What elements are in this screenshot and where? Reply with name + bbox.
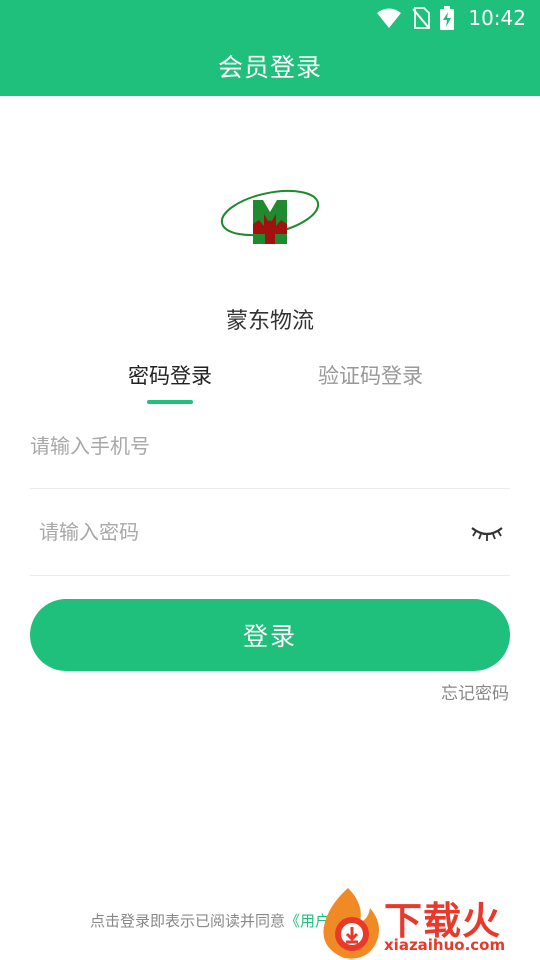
logo-letter: M xyxy=(270,229,272,231)
watermark-url: xiazaihuo.com xyxy=(384,936,506,954)
no-sim-icon xyxy=(412,7,431,29)
login-button[interactable]: 登录 xyxy=(30,599,510,671)
active-tab-indicator xyxy=(147,400,193,404)
agreement-notice: 点击登录即表示已阅读并同意《用户 xyxy=(90,910,330,931)
company-logo: M xyxy=(220,189,320,244)
forgot-password-link[interactable]: 忘记密码 xyxy=(441,679,509,704)
tab-password-login[interactable]: 密码登录 xyxy=(128,360,212,390)
battery-charging-icon xyxy=(440,6,455,30)
password-input[interactable] xyxy=(30,512,439,552)
agreement-text: 点击登录即表示已阅读并同意 xyxy=(90,912,286,930)
wifi-icon xyxy=(377,8,402,28)
page-title: 会员登录 xyxy=(217,53,322,82)
divider xyxy=(30,488,510,489)
watermark: 下载火 xiazaihuo.com xyxy=(318,886,540,960)
app-bar: 会员登录 xyxy=(0,36,540,96)
phone-input[interactable] xyxy=(30,426,430,466)
company-name: 蒙东物流 xyxy=(225,309,314,334)
status-icons: 10:42 xyxy=(376,4,526,32)
password-field xyxy=(30,512,510,552)
flame-logo-icon xyxy=(323,888,379,959)
tab-sms-login[interactable]: 验证码登录 xyxy=(318,360,423,390)
status-bar: 10:42 xyxy=(0,0,540,36)
divider xyxy=(30,575,510,576)
phone-field xyxy=(30,426,510,466)
eye-closed-icon[interactable] xyxy=(470,520,504,544)
status-time: 10:42 xyxy=(468,6,526,30)
